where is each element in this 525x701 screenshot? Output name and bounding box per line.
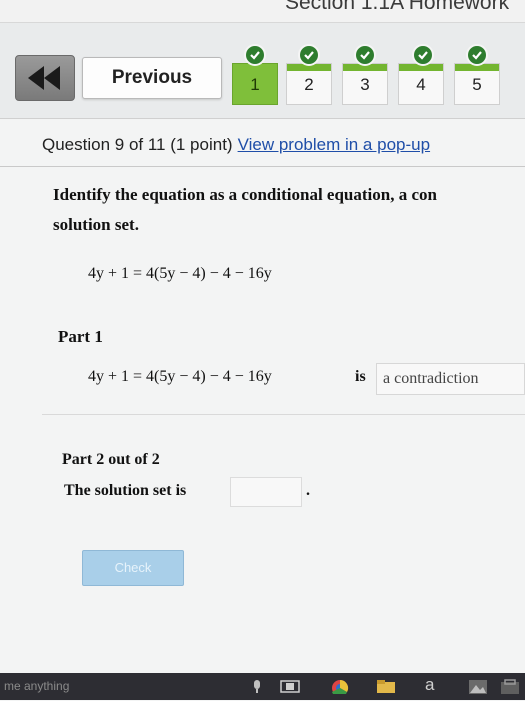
double-arrow-left-icon	[28, 66, 60, 90]
check-icon	[298, 44, 320, 66]
instruction-line-2: solution set.	[53, 215, 139, 234]
check-icon	[466, 44, 488, 66]
question-5-button[interactable]: 5	[454, 63, 500, 105]
microphone-icon[interactable]	[252, 679, 262, 694]
previous-button-label: Previous	[111, 67, 193, 88]
question-header: Question 9 of 11 (1 point) View problem i…	[42, 135, 430, 155]
taskbar: me anything a	[0, 673, 525, 700]
task-view-icon[interactable]	[280, 679, 300, 694]
question-3-label: 3	[360, 75, 370, 94]
solution-period: .	[306, 482, 310, 499]
question-2-label: 2	[304, 75, 314, 94]
part-1-title: Part 1	[58, 327, 103, 346]
question-navigation: Previous 1 2 3 4 5	[0, 44, 525, 114]
question-2-button[interactable]: 2	[286, 63, 332, 105]
question-header-text: Question 9 of 11 (1 point)	[42, 135, 233, 154]
window-title-bar: Section 1.1A Homework	[0, 0, 525, 23]
solution-set-input[interactable]	[230, 477, 302, 507]
section-title: Section 1.1A Homework	[285, 0, 510, 14]
check-answer-button[interactable]: Check	[82, 550, 184, 586]
part-divider	[42, 414, 525, 415]
question-4-button[interactable]: 4	[398, 63, 444, 105]
question-3-button[interactable]: 3	[342, 63, 388, 105]
divider	[0, 166, 525, 167]
photos-icon[interactable]	[468, 679, 488, 694]
part-1-answer-field[interactable]: a contradiction	[376, 363, 525, 395]
back-button[interactable]	[15, 55, 75, 101]
file-explorer-icon[interactable]	[376, 679, 396, 694]
question-1-button[interactable]: 1	[232, 63, 278, 105]
check-icon	[244, 44, 266, 66]
previous-button[interactable]: Previous	[82, 57, 222, 99]
taskbar-search[interactable]: me anything	[4, 679, 69, 693]
question-panel: Question 9 of 11 (1 point) View problem i…	[0, 118, 525, 701]
instruction-line-1: Identify the equation as a conditional e…	[53, 185, 437, 204]
view-popup-link[interactable]: View problem in a pop-up	[238, 135, 430, 154]
chrome-icon[interactable]	[331, 679, 349, 694]
question-1-label: 1	[250, 75, 260, 94]
part-1-equation: 4y + 1 = 4(5y − 4) − 4 − 16y	[88, 368, 272, 385]
part-2-title: Part 2 out of 2	[62, 451, 160, 468]
check-icon	[354, 44, 376, 66]
store-icon[interactable]	[500, 679, 520, 694]
check-icon	[412, 44, 434, 66]
solution-set-label: The solution set is	[64, 482, 187, 499]
part-1-is-word: is	[355, 368, 366, 385]
problem-equation: 4y + 1 = 4(5y − 4) − 4 − 16y	[88, 265, 272, 282]
amazon-icon[interactable]: a	[425, 675, 434, 694]
question-5-label: 5	[472, 75, 482, 94]
question-4-label: 4	[416, 75, 426, 94]
